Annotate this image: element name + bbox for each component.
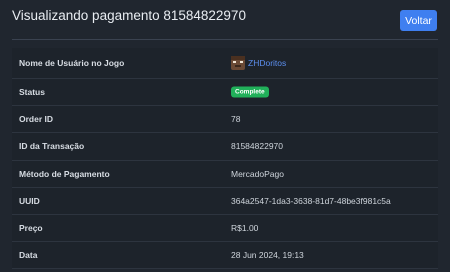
username-value: ZHDoritos xyxy=(231,56,286,70)
payment-method-label: Método de Pagamento xyxy=(19,168,110,179)
transaction-id-label: ID da Transação xyxy=(19,141,85,152)
detail-row-price: Preço R$1.00 xyxy=(12,215,438,243)
date-value: 28 Jun 2024, 19:13 xyxy=(231,250,304,261)
detail-row-order-id: Order ID 78 xyxy=(12,106,438,134)
uuid-label: UUID xyxy=(19,195,40,206)
player-avatar-icon xyxy=(231,56,245,70)
username-link[interactable]: ZHDoritos xyxy=(248,58,286,68)
payment-method-value: MercadoPago xyxy=(231,168,284,179)
status-badge: Complete xyxy=(231,86,269,98)
uuid-value: 364a2547-1da3-3638-81d7-48be3f981c5a xyxy=(231,195,391,206)
detail-row-username: Nome de Usuário no Jogo ZHDoritos xyxy=(12,48,438,79)
order-id-label: Order ID xyxy=(19,114,54,125)
detail-row-date: Data 28 Jun 2024, 19:13 xyxy=(12,242,438,270)
payment-details-table: Nome de Usuário no Jogo ZHDoritos Status… xyxy=(12,48,438,270)
header-divider xyxy=(12,39,438,40)
order-id-value: 78 xyxy=(231,114,241,125)
transaction-id-value: 81584822970 xyxy=(231,141,284,152)
page-header: Visualizando pagamento 81584822970 Volta… xyxy=(0,0,450,40)
date-label: Data xyxy=(19,250,38,261)
page-title: Visualizando pagamento 81584822970 xyxy=(12,8,246,23)
username-label: Nome de Usuário no Jogo xyxy=(19,58,125,68)
payment-details-card: Visualizando pagamento 81584822970 Volta… xyxy=(0,0,450,272)
price-value: R$1.00 xyxy=(231,223,259,234)
detail-row-status: Status Complete xyxy=(12,79,438,107)
price-label: Preço xyxy=(19,223,43,234)
detail-row-uuid: UUID 364a2547-1da3-3638-81d7-48be3f981c5… xyxy=(12,188,438,215)
status-label: Status xyxy=(19,87,45,98)
detail-row-transaction-id: ID da Transação 81584822970 xyxy=(12,133,438,161)
detail-row-payment-method: Método de Pagamento MercadoPago xyxy=(12,161,438,188)
back-button[interactable]: Voltar xyxy=(400,10,437,31)
